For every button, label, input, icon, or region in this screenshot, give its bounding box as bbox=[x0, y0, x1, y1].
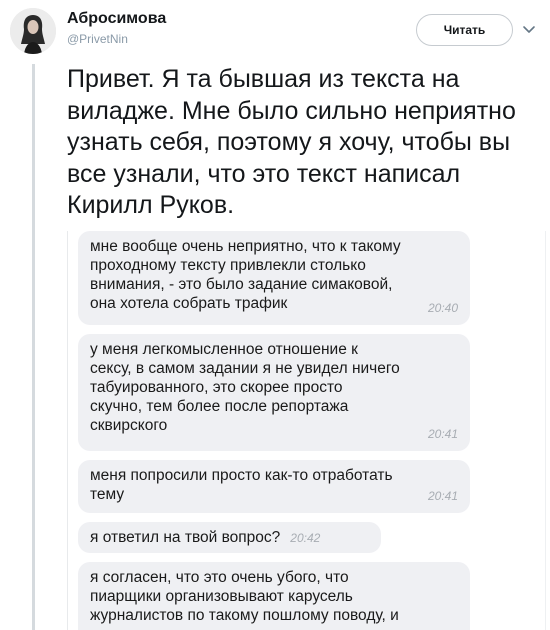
tweet-text: Привет. Я та бывшая из текста на виладже… bbox=[67, 65, 516, 219]
profile-photo bbox=[10, 8, 56, 54]
attached-chat-screenshot[interactable]: мне вообще очень неприятно, что к такому… bbox=[67, 231, 550, 630]
thread-line bbox=[32, 64, 35, 630]
chat-message: мне вообще очень неприятно, что к такому… bbox=[78, 231, 470, 325]
avatar[interactable] bbox=[10, 8, 56, 54]
author-handle[interactable]: @PrivetNin bbox=[67, 32, 128, 46]
chevron-down-icon[interactable] bbox=[521, 21, 537, 37]
author-name[interactable]: Абросимова bbox=[67, 10, 166, 28]
message-text: мне вообще очень неприятно, что к такому… bbox=[90, 238, 401, 312]
message-text: меня попросили просто как-то отработать … bbox=[90, 467, 393, 503]
screenshot-border bbox=[67, 231, 68, 630]
screenshot-scroll-edge bbox=[545, 231, 546, 630]
chat-message: я согласен, что это очень убого, что пиа… bbox=[78, 562, 470, 630]
message-text: у меня легкомысленное отношение к сексу,… bbox=[90, 341, 400, 434]
message-text: я согласен, что это очень убого, что пиа… bbox=[90, 569, 399, 624]
message-time: 20:41 bbox=[427, 427, 458, 441]
message-time: 20:42 bbox=[290, 531, 321, 545]
chat-message: у меня легкомысленное отношение к сексу,… bbox=[78, 334, 470, 451]
chat-message: я ответил на твой вопрос? 20:42 bbox=[78, 522, 381, 553]
message-time: 20:41 bbox=[427, 489, 458, 503]
chat-message: меня попросили просто как-то отработать … bbox=[78, 460, 470, 513]
message-text: я ответил на твой вопрос? bbox=[90, 529, 281, 546]
message-time: 20:40 bbox=[427, 301, 458, 315]
follow-button[interactable]: Читать bbox=[416, 14, 513, 46]
